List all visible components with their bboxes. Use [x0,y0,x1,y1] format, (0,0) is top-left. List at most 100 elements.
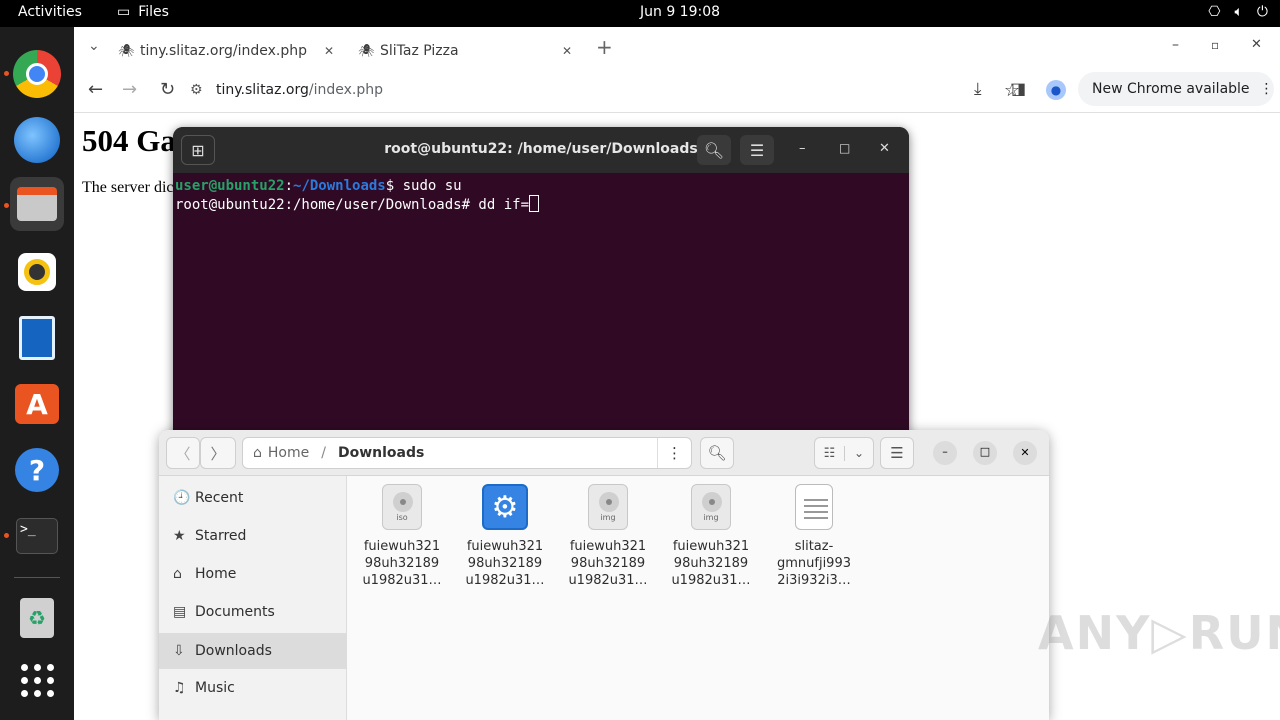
terminal-output[interactable]: user@ubuntu22:~/Downloads$ sudo su root@… [173,173,909,218]
spider-icon: 🕷 [358,43,375,59]
path-bar[interactable]: ⌂ Home / Downloads ⋮ [242,437,692,469]
reload-button[interactable]: ↻ [160,79,175,100]
close-button[interactable]: ✕ [1013,441,1037,465]
side-panel-icon[interactable]: ◨ [1011,79,1026,98]
new-tab-button[interactable]: + [596,35,613,59]
file-type-label: iso [396,513,408,522]
search-icon[interactable]: 🔍︎ [697,135,731,165]
download-icon[interactable]: ⤓ [974,79,982,99]
sidebar-item-label: Documents [195,604,275,620]
activities-button[interactable]: Activities [18,4,82,20]
file-item[interactable]: iso fuiewuh321 98uh32189 u1982u31… [355,484,449,589]
running-indicator [4,203,9,208]
root-prompt-line: root@ubuntu22:/home/user/Downloads# dd i… [175,197,530,213]
minimize-button[interactable]: – [1172,37,1179,53]
network-icon: ⎔ [1208,4,1221,20]
restore-button[interactable]: ▫ [1211,38,1219,52]
hamburger-menu-icon[interactable]: ☰ [740,135,774,165]
sidebar-item-recent[interactable]: 🕘 Recent [159,480,347,516]
app-menu[interactable]: ▭ Files [117,4,169,20]
address-bar[interactable]: ⚙ tiny.slitaz.org/index.php ☆ [190,74,1020,106]
sidebar-item-starred[interactable]: ★ Starred [159,518,347,554]
terminal-window[interactable]: ⊞ root@ubuntu22: /home/user/Downloads 🔍︎… [173,127,909,447]
tab-tiny-slitaz[interactable]: 🕷 tiny.slitaz.org/index.php ✕ [118,35,348,67]
forward-button[interactable]: → [122,79,137,100]
text-cursor [529,195,540,212]
site-info-icon[interactable]: ⚙ [190,82,216,98]
maximize-button[interactable]: □ [973,441,997,465]
path-home[interactable]: Home [268,445,309,461]
prompt-sep: : [284,178,294,194]
search-icon[interactable]: 🔍︎ [700,437,734,469]
file-name-line: 98uh32189 [364,556,440,571]
chevron-down-icon[interactable]: ⌄ [845,446,873,460]
tab-title: tiny.slitaz.org/index.php [140,43,308,59]
list-view-icon[interactable]: ☷ [815,445,845,461]
file-name-line: 98uh32189 [673,556,749,571]
documents-icon: ▤ [173,604,187,620]
close-button[interactable]: ✕ [1251,37,1262,52]
app-center-icon[interactable]: A [10,377,64,431]
file-type-label: img [600,513,616,522]
show-apps-icon[interactable] [10,653,64,707]
writer-launcher-icon[interactable] [10,311,64,365]
folder-icon: ▭ [117,4,131,20]
path-menu-icon[interactable]: ⋮ [657,438,691,468]
maximize-button[interactable]: □ [839,141,850,155]
clock[interactable]: Jun 9 19:08 [640,4,720,20]
sidebar-item-downloads[interactable]: ⇩ Downloads [159,633,347,669]
minimize-button[interactable]: – [799,141,806,156]
sidebar-item-music[interactable]: ♫ Music [159,670,347,706]
minimize-button[interactable]: – [933,441,957,465]
page-heading: 504 Ga [82,123,176,158]
spider-icon: 🕷 [118,43,135,59]
path-current[interactable]: Downloads [338,445,424,461]
file-name-line: u1982u31… [465,573,545,588]
app-name: Files [138,4,169,20]
file-name-line: gmnufji993 [776,556,851,571]
disc-image-icon: img [691,484,731,530]
power-icon: ⏻ [1256,4,1268,20]
tab-list-button[interactable]: ⌄ [88,38,100,54]
sidebar-item-label: Recent [195,490,244,506]
file-name-line: fuiewuh321 [466,539,544,554]
disc-image-icon: iso [382,484,422,530]
sidebar-item-home[interactable]: ⌂ Home [159,556,347,592]
trash-icon[interactable]: ♻ [10,591,64,645]
file-name-line: 98uh32189 [467,556,543,571]
path-separator: / [321,445,326,461]
file-item[interactable]: img fuiewuh321 98uh32189 u1982u31… [664,484,758,589]
help-icon[interactable]: ? [10,443,64,497]
tab-close-button[interactable]: ✕ [324,44,334,58]
file-name-line: slitaz- [794,539,834,554]
volume-icon: 🔈︎ [1234,4,1243,20]
files-launcher-icon[interactable] [10,177,64,231]
hamburger-menu-icon[interactable]: ☰ [880,437,914,469]
running-indicator [4,533,9,538]
system-tray[interactable]: ⎔ 🔈︎ ⏻ [1208,4,1268,20]
view-toggle[interactable]: ☷ ⌄ [814,437,874,469]
update-label: New Chrome available [1092,81,1250,97]
sidebar: 🕘 Recent ★ Starred ⌂ Home ▤ Documents ⇩ Downl… [159,476,347,720]
executable-gear-icon: ⚙ [482,484,528,530]
file-item[interactable]: ⚙ fuiewuh321 98uh32189 u1982u31… [458,484,552,589]
prompt-user: user@ubuntu22 [175,178,285,194]
profile-avatar[interactable]: ● [1046,80,1066,100]
tab-close-button[interactable]: ✕ [562,44,572,58]
terminal-launcher-icon[interactable]: >_ [10,509,64,563]
dock-separator [14,577,60,578]
tab-slitaz-pizza[interactable]: 🕷 SliTaz Pizza ✕ [358,35,588,67]
chrome-launcher-icon[interactable] [10,47,64,101]
chrome-update-button[interactable]: New Chrome available ⋮ [1078,72,1274,106]
back-button[interactable]: 〈 [166,437,200,469]
file-item[interactable]: slitaz- gmnufji993 2i3i932i3… [767,484,861,589]
sidebar-item-documents[interactable]: ▤ Documents [159,594,347,630]
forward-button[interactable]: 〉 [200,437,236,469]
file-item[interactable]: img fuiewuh321 98uh32189 u1982u31… [561,484,655,589]
more-menu-icon[interactable]: ⋮ [1260,81,1274,97]
files-window[interactable]: 〈 〉 ⌂ Home / Downloads ⋮ 🔍︎ ☷ ⌄ ☰ – □ ✕ … [159,430,1049,720]
back-button[interactable]: ← [88,79,103,100]
rhythmbox-launcher-icon[interactable] [10,245,64,299]
close-button[interactable]: ✕ [879,141,890,156]
thunderbird-launcher-icon[interactable] [10,113,64,167]
